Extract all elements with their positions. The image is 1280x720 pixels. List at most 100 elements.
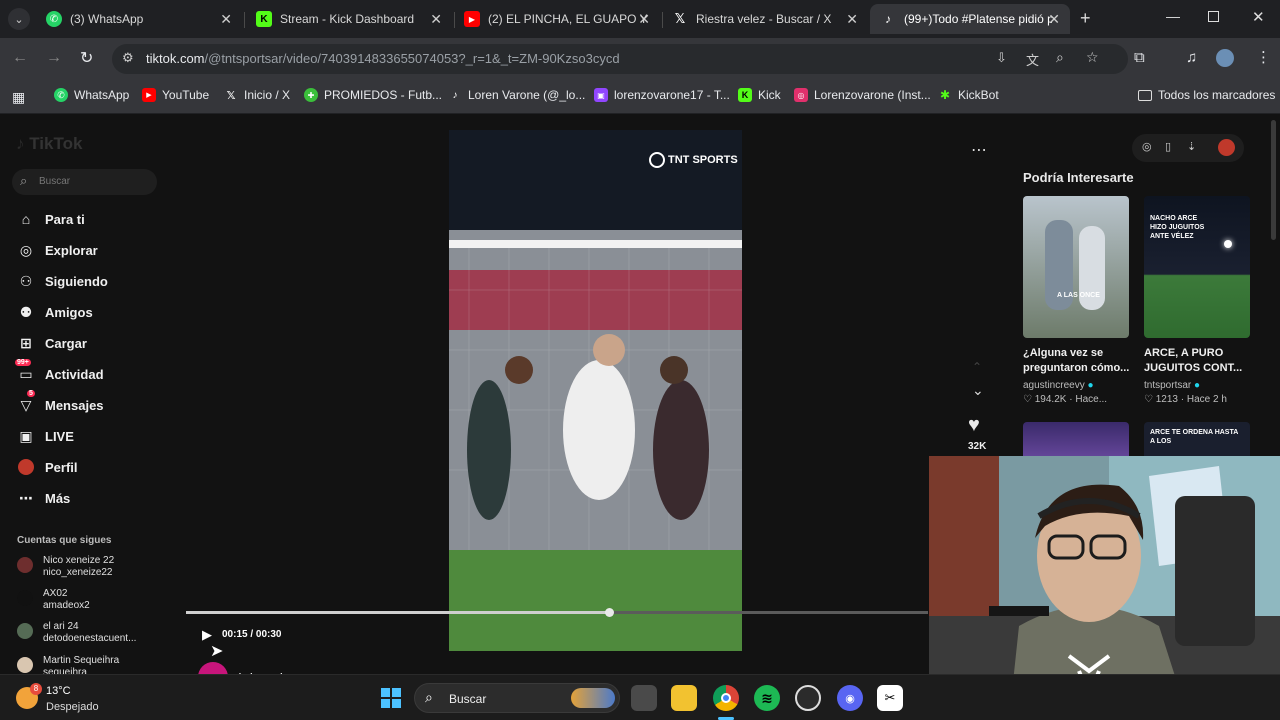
bookmark-kick[interactable]: K Kick — [738, 88, 781, 102]
tab-youtube[interactable]: ▶ (2) EL PINCHA, EL GUAPO Y ✕ — [454, 4, 660, 34]
search-input[interactable]: ⌕ Buscar — [12, 169, 157, 195]
tab-kick-dashboard[interactable]: K Stream - Kick Dashboard ✕ — [246, 4, 452, 34]
new-tab-button[interactable]: + — [1080, 8, 1091, 29]
post-time: Hace... — [1075, 394, 1108, 405]
nav-amigos[interactable]: ⚉ Amigos — [17, 303, 93, 321]
translate-icon[interactable]: 文 — [1026, 50, 1039, 69]
video-watermark: TNT SPORTS — [649, 152, 738, 168]
close-icon[interactable]: ✕ — [1048, 11, 1060, 28]
back-button[interactable]: ← — [12, 49, 28, 67]
more-options-button[interactable]: ⋯ — [971, 140, 987, 160]
bookmark-kickbot[interactable]: ✱ KickBot — [938, 88, 999, 102]
nav-cargar[interactable]: ⊞ Cargar — [17, 334, 87, 352]
bookmark-star-icon[interactable]: ☆ — [1086, 49, 1099, 66]
bookmark-instagram[interactable]: ◎ Lorenzovarone (Inst... — [794, 88, 931, 102]
all-bookmarks[interactable]: Todos los marcadores — [1138, 88, 1275, 102]
file-explorer-icon[interactable] — [671, 685, 697, 711]
close-icon[interactable]: ✕ — [846, 11, 858, 28]
nav-perfil[interactable]: Perfil — [17, 458, 78, 476]
site-info-icon[interactable]: ⚙ — [122, 50, 134, 66]
nav-mensajes[interactable]: ▽ 5 Mensajes — [17, 390, 104, 414]
nav-siguiendo[interactable]: ⚇ Siguiendo — [17, 272, 108, 290]
close-icon[interactable]: ✕ — [638, 11, 650, 28]
zoom-icon[interactable]: ⌕ — [1056, 49, 1064, 66]
start-button[interactable] — [378, 685, 404, 711]
profile-avatar[interactable] — [1216, 49, 1234, 67]
compass-icon[interactable]: ◎ — [1142, 140, 1152, 153]
stadium-light — [1224, 240, 1232, 248]
recommended-video-title[interactable]: ARCE, A PURO JUGUITOS CONT... — [1144, 346, 1254, 376]
video-progress-bar[interactable] — [186, 611, 928, 614]
nav-label: Explorar — [45, 242, 98, 258]
tab-x-search[interactable]: 𝕏 Riestra velez - Buscar / X ✕ — [662, 4, 868, 34]
tiktok-sidebar: ♪ TikTok ⌕ Buscar ⌂ Para ti ◎ Explorar ⚇ Si… — [0, 114, 180, 678]
nav-actividad[interactable]: ▭ 99+ Actividad — [15, 359, 104, 383]
nav-mas[interactable]: ⋯ Más — [17, 489, 70, 507]
minimize-button[interactable]: — — [1166, 8, 1180, 24]
following-icon: ⚇ — [19, 272, 33, 289]
bookmark-label: Lorenzovarone (Inst... — [814, 88, 931, 102]
previous-video-button[interactable]: ⌃ — [972, 360, 982, 374]
menu-icon[interactable]: ⋮ — [1256, 48, 1271, 66]
video-player[interactable]: TNT SPORTS — [449, 130, 742, 651]
obs-icon[interactable] — [795, 685, 821, 711]
weather-temp: 13°C — [46, 685, 71, 697]
heart-icon: ♡ — [1023, 394, 1032, 405]
reload-button[interactable]: ↻ — [80, 48, 93, 68]
download-icon[interactable]: ⇣ — [1187, 140, 1196, 153]
mouse-cursor-icon: ➤ — [210, 643, 224, 660]
restore-button[interactable] — [1208, 11, 1219, 22]
recommended-video-2[interactable]: NACHO ARCE HIZO JUGUITOS ANTE VÉLEZ — [1144, 196, 1250, 338]
bookmark-twitch[interactable]: ▣ lorenzovarone17 - T... — [594, 88, 730, 102]
capcut-icon[interactable]: ✂ — [877, 685, 903, 711]
bookmark-tiktok-loren[interactable]: ♪ Loren Varone (@_lo... — [448, 88, 586, 102]
search-placeholder: Buscar — [39, 176, 71, 187]
card-overlay-text: ARCE TE ORDENA HASTA A LOS — [1150, 429, 1239, 445]
discord-icon[interactable]: ◉ — [837, 685, 863, 711]
plus-icon: + — [1080, 8, 1091, 28]
chrome-icon[interactable] — [713, 685, 739, 711]
phone-icon[interactable]: ▯ — [1165, 140, 1171, 153]
tab-search-button[interactable]: ⌄ — [8, 8, 30, 30]
spotify-icon[interactable]: ≋ — [754, 685, 780, 711]
apps-grid-icon[interactable]: ▦ — [12, 89, 25, 106]
following-account[interactable]: AX02 amadeox2 — [17, 588, 90, 612]
tiktok-logo[interactable]: ♪ TikTok — [16, 134, 82, 154]
page-scrollbar[interactable] — [1271, 120, 1276, 240]
close-icon[interactable]: ✕ — [430, 11, 442, 28]
avatar[interactable] — [1218, 139, 1235, 156]
nav-live[interactable]: ▣ LIVE — [17, 427, 74, 445]
extensions-icon[interactable]: ⧉ — [1134, 49, 1145, 66]
chevron-up-icon: ⌃ — [972, 360, 983, 374]
tab-whatsapp[interactable]: ✆ (3) WhatsApp ✕ — [36, 4, 242, 34]
bookmark-label: PROMIEDOS - Futb... — [324, 88, 443, 102]
recommended-video-title[interactable]: ¿Alguna vez se preguntaron cómo... — [1023, 346, 1133, 376]
card-overlay-text: A LAS ONCE — [1057, 292, 1100, 299]
close-window-button[interactable]: ✕ — [1252, 8, 1265, 26]
task-view-icon[interactable] — [631, 685, 657, 711]
verified-icon: ● — [1194, 380, 1201, 391]
install-app-icon[interactable]: ⇩ — [996, 50, 1007, 66]
forward-button[interactable]: → — [46, 49, 62, 67]
bookmark-youtube[interactable]: ▶ YouTube — [142, 88, 209, 102]
recommended-video-1[interactable]: A LAS ONCE — [1023, 196, 1129, 338]
following-account[interactable]: el ari 24 detodoenestacuent... — [17, 621, 136, 645]
nav-para-ti[interactable]: ⌂ Para ti — [17, 210, 85, 228]
following-account[interactable]: Nico xeneize 22 nico_xeneize22 — [17, 555, 114, 579]
address-bar[interactable]: ⚙ tiktok.com/@tntsportsar/video/74039148… — [112, 44, 1128, 74]
chevron-down-icon: ⌄ — [14, 13, 24, 26]
youtube-icon: ▶ — [464, 11, 480, 27]
next-video-button[interactable]: ⌄ — [972, 382, 984, 399]
media-controls-icon[interactable]: ♫ — [1186, 49, 1197, 66]
like-button[interactable]: ♥ — [968, 414, 980, 437]
nav-explorar[interactable]: ◎ Explorar — [17, 241, 98, 259]
tab-tiktok-active[interactable]: ♪ (99+)Todo #Platense pidió p ✕ — [870, 4, 1070, 34]
close-icon[interactable]: ✕ — [220, 11, 232, 28]
progress-handle[interactable] — [604, 608, 614, 617]
bookmark-promiedos[interactable]: ✚ PROMIEDOS - Futb... — [304, 88, 442, 102]
bookmark-x-home[interactable]: 𝕏 Inicio / X — [224, 88, 290, 102]
bookmark-whatsapp[interactable]: ✆ WhatsApp — [54, 88, 129, 102]
taskbar-search[interactable]: ⌕ Buscar — [414, 683, 620, 713]
recommended-video-author[interactable]: agustincreevy ● — [1023, 380, 1094, 391]
recommended-video-author[interactable]: tntsportsar ● — [1144, 380, 1200, 391]
